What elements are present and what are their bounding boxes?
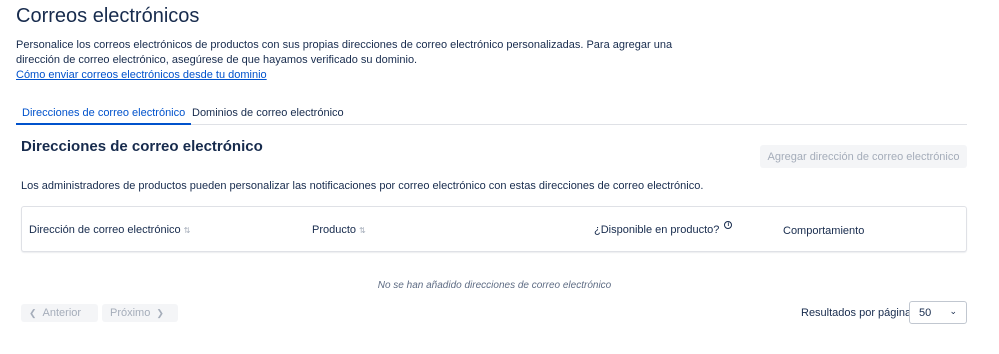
section-description: Los administradores de productos pueden … bbox=[21, 180, 704, 192]
chevron-left-icon: ❮ bbox=[29, 307, 37, 318]
previous-page-button[interactable]: ❮ Anterior bbox=[21, 304, 98, 322]
sort-icon: ⇅ bbox=[359, 226, 366, 235]
next-page-label: Próximo bbox=[110, 307, 151, 319]
column-header-product[interactable]: Producto ⇅ bbox=[312, 224, 366, 236]
results-per-page-value: 50 bbox=[919, 307, 932, 319]
chevron-down-icon: ⌄ bbox=[949, 306, 957, 316]
next-page-button[interactable]: Próximo ❯ bbox=[102, 304, 178, 322]
intro-text-block: Personalice los correos electrónicos de … bbox=[16, 38, 706, 83]
results-per-page-label: Resultados por página: bbox=[801, 307, 915, 319]
tab-bar: Direcciones de correo electrónico Domini… bbox=[16, 104, 967, 125]
column-header-behavior: Comportamiento bbox=[783, 225, 864, 237]
send-from-domain-help-link[interactable]: Cómo enviar correos electrónicos desde t… bbox=[16, 68, 267, 83]
tab-email-domains[interactable]: Dominios de correo electrónico bbox=[186, 104, 350, 125]
column-header-label: ¿Disponible en producto? bbox=[594, 224, 720, 236]
column-header-email-address[interactable]: Dirección de correo electrónico ⇅ bbox=[29, 224, 190, 236]
section-title: Direcciones de correo electrónico bbox=[21, 138, 263, 155]
previous-page-label: Anterior bbox=[42, 307, 82, 319]
info-icon[interactable]: i bbox=[724, 221, 733, 229]
column-header-label: Dirección de correo electrónico bbox=[29, 224, 181, 236]
results-per-page-select[interactable]: 50 ⌄ bbox=[909, 301, 967, 324]
column-header-available-in-product: ¿Disponible en producto? i bbox=[594, 221, 733, 236]
email-addresses-table: Dirección de correo electrónico ⇅ Product… bbox=[21, 206, 967, 252]
add-email-address-button[interactable]: Agregar dirección de correo electrónico bbox=[760, 145, 967, 168]
column-header-label: Comportamiento bbox=[783, 225, 865, 237]
chevron-right-icon: ❯ bbox=[156, 307, 164, 318]
sort-icon: ⇅ bbox=[183, 226, 191, 235]
page-title: Correos electrónicos bbox=[16, 5, 200, 27]
tab-email-addresses[interactable]: Direcciones de correo electrónico bbox=[16, 104, 192, 125]
intro-description: Personalice los correos electrónicos de … bbox=[16, 39, 673, 66]
empty-state-message: No se han añadido direcciones de correo … bbox=[377, 280, 612, 291]
column-header-label: Producto bbox=[312, 224, 357, 236]
empty-state: No se han añadido direcciones de correo … bbox=[0, 280, 999, 291]
